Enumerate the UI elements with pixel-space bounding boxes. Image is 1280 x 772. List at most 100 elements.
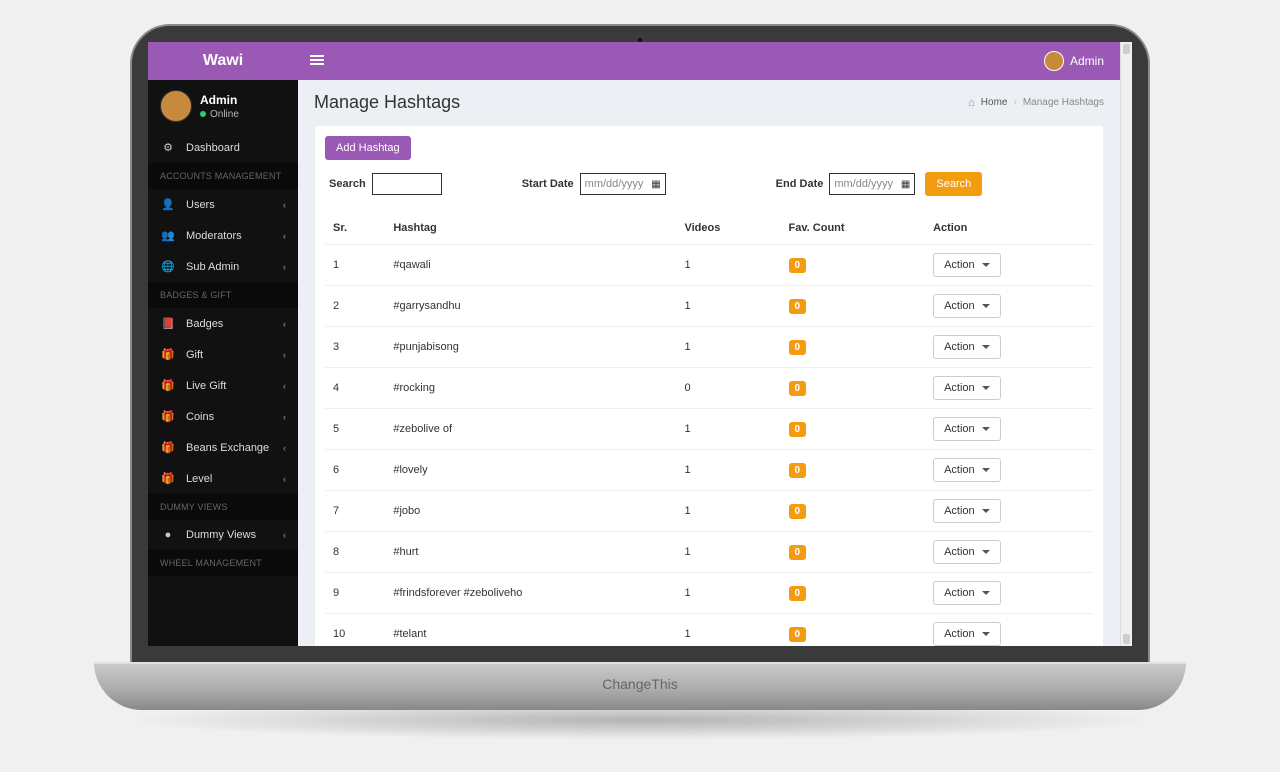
table-header: Fav. Count — [781, 212, 926, 245]
nav-label: Dashboard — [186, 142, 240, 154]
fav-count-badge: 0 — [789, 381, 807, 396]
cell-videos: 1 — [676, 532, 780, 573]
sidebar-user-status: Online — [200, 109, 239, 120]
table-row: 8#hurt10Action — [325, 532, 1093, 573]
search-button[interactable]: Search — [925, 172, 982, 196]
breadcrumb-home-link[interactable]: Home — [981, 97, 1008, 108]
avatar-icon — [160, 90, 192, 122]
breadcrumb-sep: › — [1013, 97, 1016, 108]
caret-down-icon — [982, 509, 990, 513]
cell-hashtag: #jobo — [385, 491, 676, 532]
cell-fav: 0 — [781, 409, 926, 450]
sidebar-item-coins[interactable]: 🎁Coins‹ — [148, 401, 298, 432]
row-action-button[interactable]: Action — [933, 253, 1001, 277]
sidebar-item-dummy-views[interactable]: ●Dummy Views‹ — [148, 520, 298, 550]
fav-count-badge: 0 — [789, 340, 807, 355]
caret-down-icon — [982, 591, 990, 595]
row-action-button[interactable]: Action — [933, 458, 1001, 482]
home-icon: ⌂ — [968, 97, 975, 109]
row-action-button[interactable]: Action — [933, 294, 1001, 318]
table-row: 2#garrysandhu10Action — [325, 286, 1093, 327]
sidebar-item-level[interactable]: 🎁Level‹ — [148, 463, 298, 494]
filter-bar: Search Start Date mm/dd/yyyy ▦ — [325, 160, 1093, 212]
cell-sr: 7 — [325, 491, 385, 532]
sidebar-item-live-gift[interactable]: 🎁 Live Gift ‹ — [148, 370, 298, 401]
sidebar-item-users[interactable]: 👤Users‹ — [148, 189, 298, 220]
cell-action: Action — [925, 491, 1093, 532]
table-row: 10#telant10Action — [325, 614, 1093, 647]
cell-fav: 0 — [781, 614, 926, 647]
vertical-scrollbar[interactable] — [1120, 42, 1132, 646]
cell-hashtag: #rocking — [385, 368, 676, 409]
sidebar-toggle[interactable] — [298, 54, 336, 68]
search-input[interactable] — [372, 173, 442, 195]
sidebar-item-gift[interactable]: 🎁Gift‹ — [148, 339, 298, 370]
cell-action: Action — [925, 245, 1093, 286]
avatar-icon — [1044, 51, 1064, 71]
cell-sr: 4 — [325, 368, 385, 409]
laptop-base: ChangeThis — [94, 662, 1186, 710]
cell-action: Action — [925, 286, 1093, 327]
chevron-left-icon: ‹ — [283, 350, 286, 360]
nav-label: Gift — [186, 349, 203, 361]
calendar-icon: ▦ — [901, 179, 910, 190]
cell-fav: 0 — [781, 327, 926, 368]
laptop-screen: Wawi Admin Admin — [148, 42, 1132, 646]
sidebar-item-badges[interactable]: 📕Badges‹ — [148, 308, 298, 339]
sidebar-item-dashboard[interactable]: ⚙ Dashboard — [148, 132, 298, 163]
cell-sr: 2 — [325, 286, 385, 327]
cell-sr: 8 — [325, 532, 385, 573]
chevron-left-icon: ‹ — [283, 474, 286, 484]
nav-icon: 👤 — [160, 198, 176, 211]
caret-down-icon — [982, 304, 990, 308]
fav-count-badge: 0 — [789, 258, 807, 273]
nav-header: Dummy Views — [148, 494, 298, 520]
sidebar-item-beans-exchange[interactable]: 🎁Beans Exchange‹ — [148, 432, 298, 463]
row-action-button[interactable]: Action — [933, 540, 1001, 564]
chevron-left-icon: ‹ — [283, 231, 286, 241]
row-action-button[interactable]: Action — [933, 581, 1001, 605]
start-date-input[interactable]: mm/dd/yyyy ▦ — [580, 173, 666, 195]
nav-label: Live Gift — [186, 380, 226, 392]
row-action-button[interactable]: Action — [933, 335, 1001, 359]
cell-hashtag: #telant — [385, 614, 676, 647]
cell-videos: 1 — [676, 286, 780, 327]
end-date-input[interactable]: mm/dd/yyyy ▦ — [829, 173, 915, 195]
cell-sr: 3 — [325, 327, 385, 368]
sidebar-item-moderators[interactable]: 👥Moderators‹ — [148, 220, 298, 251]
search-label: Search — [329, 178, 366, 190]
main-content: Manage Hashtags ⌂ Home › Manage Hashtags… — [298, 80, 1132, 646]
table-row: 3#punjabisong10Action — [325, 327, 1093, 368]
cell-action: Action — [925, 532, 1093, 573]
chevron-left-icon: ‹ — [283, 262, 286, 272]
nav-icon: 🎁 — [160, 379, 176, 392]
add-hashtag-button[interactable]: Add Hashtag — [325, 136, 411, 160]
page-title: Manage Hashtags — [314, 92, 460, 113]
table-header: Sr. — [325, 212, 385, 245]
fav-count-badge: 0 — [789, 627, 807, 642]
topbar-user-menu[interactable]: Admin — [1044, 51, 1132, 71]
cell-fav: 0 — [781, 245, 926, 286]
nav-icon: 🎁 — [160, 472, 176, 485]
row-action-button[interactable]: Action — [933, 417, 1001, 441]
row-action-button[interactable]: Action — [933, 622, 1001, 646]
caret-down-icon — [982, 632, 990, 636]
content-box: Add Hashtag Search Start Date mm/dd/yyyy — [314, 125, 1104, 646]
nav-icon: ⚙ — [160, 141, 176, 154]
sidebar-item-sub-admin[interactable]: 🌐Sub Admin‹ — [148, 251, 298, 282]
cell-action: Action — [925, 368, 1093, 409]
cell-videos: 1 — [676, 245, 780, 286]
cell-videos: 1 — [676, 573, 780, 614]
nav-header: BADGES & GIFT — [148, 282, 298, 308]
chevron-left-icon: ‹ — [283, 381, 286, 391]
sidebar-user-name: Admin — [200, 93, 239, 107]
row-action-button[interactable]: Action — [933, 376, 1001, 400]
cell-action: Action — [925, 409, 1093, 450]
calendar-icon: ▦ — [651, 179, 660, 190]
nav-label: Dummy Views — [186, 529, 256, 541]
fav-count-badge: 0 — [789, 586, 807, 601]
row-action-button[interactable]: Action — [933, 499, 1001, 523]
caret-down-icon — [982, 468, 990, 472]
table-row: 5#zebolive of10Action — [325, 409, 1093, 450]
page-header: Manage Hashtags ⌂ Home › Manage Hashtags — [298, 80, 1120, 125]
